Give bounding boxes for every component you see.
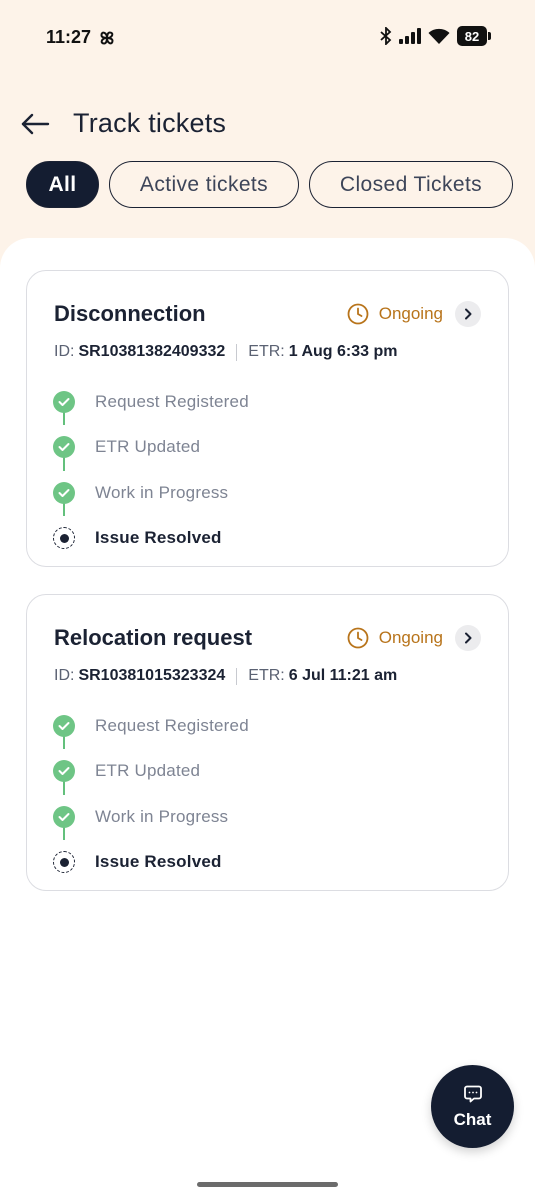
chevron-right-icon (465, 308, 472, 320)
signal-icon (399, 28, 421, 44)
check-circle-icon (53, 390, 75, 413)
chevron-right-icon (465, 632, 472, 644)
tickets-sheet: Disconnection Ongoing ID: SR103813824093… (0, 238, 535, 1200)
ticket-id: SR10381015323324 (78, 667, 226, 684)
back-button[interactable] (18, 109, 52, 139)
step-etr-updated: ETR Updated (53, 425, 200, 471)
check-circle-icon (53, 436, 75, 459)
status-icons: 82 (380, 26, 491, 46)
progress-steps: Request Registered ETR Updated Work in P… (53, 379, 249, 562)
ticket-title: Relocation request (54, 625, 253, 650)
check-circle-icon (53, 481, 75, 504)
ticket-card[interactable]: Disconnection Ongoing ID: SR103813824093… (26, 270, 509, 567)
etr-label: ETR: (248, 667, 285, 684)
step-work-in-progress: Work in Progress (53, 794, 228, 840)
tab-closed-tickets[interactable]: Closed Tickets (309, 161, 513, 208)
clock-icon (347, 627, 369, 649)
step-label: Work in Progress (95, 482, 229, 502)
header: Track tickets (0, 100, 535, 150)
step-work-in-progress: Work in Progress (53, 470, 228, 516)
step-label: ETR Updated (95, 761, 201, 781)
step-issue-resolved: Issue Resolved (53, 516, 221, 562)
step-label: Work in Progress (95, 806, 229, 826)
status-time: 11:27 (46, 27, 92, 47)
tab-all[interactable]: All (26, 161, 99, 208)
step-label: Issue Resolved (95, 528, 222, 548)
open-ticket-button[interactable] (455, 625, 481, 651)
clock-icon (347, 303, 369, 325)
progress-steps: Request Registered ETR Updated Work in P… (53, 703, 249, 886)
arrow-left-icon (21, 113, 50, 135)
filter-tabs: All Active tickets Closed Tickets (26, 161, 513, 208)
current-step-icon (53, 851, 75, 874)
ticket-status: Ongoing (347, 301, 481, 327)
step-label: ETR Updated (95, 437, 201, 457)
battery-level: 82 (457, 26, 487, 46)
battery-icon: 82 (457, 26, 491, 46)
step-label: Request Registered (95, 391, 249, 411)
check-circle-icon (53, 714, 75, 737)
status-label: Ongoing (378, 304, 443, 323)
ticket-card[interactable]: Relocation request Ongoing ID: SR1038101… (26, 594, 509, 891)
home-indicator[interactable] (197, 1182, 338, 1187)
chat-button[interactable]: Chat (431, 1065, 514, 1148)
ticket-title: Disconnection (54, 301, 206, 326)
step-label: Request Registered (95, 715, 249, 735)
check-circle-icon (53, 805, 75, 828)
pinwheel-icon (100, 31, 114, 45)
page-title: Track tickets (73, 108, 227, 138)
ticket-status: Ongoing (347, 625, 481, 651)
step-request-registered: Request Registered (53, 379, 249, 425)
id-label: ID: (54, 667, 75, 684)
ticket-id: SR10381382409332 (78, 343, 226, 360)
step-label: Issue Resolved (95, 852, 222, 872)
chat-label: Chat (453, 1109, 492, 1129)
etr-value: 1 Aug 6:33 pm (288, 343, 398, 360)
status-bar: 11:27 82 (0, 0, 535, 76)
etr-label: ETR: (248, 343, 285, 360)
ticket-id-row: ID: SR10381015323324 ETR: 6 Jul 11:21 am (54, 667, 397, 685)
chat-bubble-icon (463, 1085, 482, 1102)
tab-active-tickets[interactable]: Active tickets (109, 161, 299, 208)
check-circle-icon (53, 760, 75, 783)
etr-value: 6 Jul 11:21 am (288, 667, 398, 684)
open-ticket-button[interactable] (455, 301, 481, 327)
wifi-icon (428, 28, 450, 44)
step-issue-resolved: Issue Resolved (53, 840, 221, 886)
ticket-id-row: ID: SR10381382409332 ETR: 1 Aug 6:33 pm (54, 343, 397, 361)
id-label: ID: (54, 343, 75, 360)
bluetooth-icon (380, 27, 392, 45)
current-step-icon (53, 527, 75, 550)
status-label: Ongoing (378, 628, 443, 647)
step-etr-updated: ETR Updated (53, 749, 200, 795)
step-request-registered: Request Registered (53, 703, 249, 749)
